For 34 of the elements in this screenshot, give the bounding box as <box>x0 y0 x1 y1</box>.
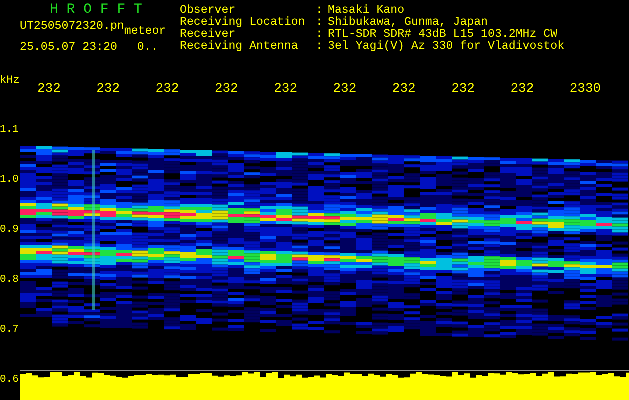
x-axis-label: 232 <box>510 80 536 96</box>
separator: : <box>316 5 324 17</box>
separator: : <box>316 29 324 41</box>
x-axis-label: 232 <box>156 80 180 96</box>
x-axis-label: 232 <box>392 80 417 96</box>
info-value: Masaki Kano <box>328 5 406 17</box>
x-axis-label: 232 <box>452 80 476 96</box>
y-axis-label: 0.7 <box>0 323 20 338</box>
y-axis-label: 0.8 <box>0 273 20 288</box>
y-axis-label: 1.1 <box>0 123 20 138</box>
app-title: H R O F F T <box>49 1 144 18</box>
info-label: Receiving Antenna <box>180 41 300 53</box>
info-value: RTL-SDR SDR# 43dB L15 103.2MHz CW <box>328 29 558 41</box>
axis-unit: kHz <box>0 75 21 87</box>
info-value: Shibukawa, Gunma, Japan <box>328 17 490 29</box>
x-axis-label: 232 <box>333 80 358 96</box>
x-axis-label: 232 <box>96 80 122 96</box>
date-time: 25.05.07 23:20 <box>20 41 118 55</box>
info-label: Receiving Location <box>180 17 306 29</box>
y-axis-label: 0.9 <box>0 223 20 238</box>
count-value: 0.. <box>137 41 158 55</box>
info-value: 3el Yagi(V) Az 330 for Vladivostok <box>328 41 565 53</box>
separator: : <box>316 17 324 29</box>
x-axis-label: 232 <box>214 80 240 96</box>
y-axis-label: 0.6 <box>0 373 20 388</box>
file-name: UT2505072320.pn <box>20 20 124 34</box>
info-label: Receiver <box>180 29 236 41</box>
y-axis-label: 1.0 <box>0 173 20 188</box>
x-axis-label: 232 <box>37 80 62 96</box>
x-axis-label: 2330 <box>570 80 602 96</box>
detection-tag: meteor <box>124 25 166 39</box>
info-label: Observer <box>180 5 236 17</box>
x-axis-label: 232 <box>274 80 298 96</box>
separator: : <box>316 41 324 53</box>
